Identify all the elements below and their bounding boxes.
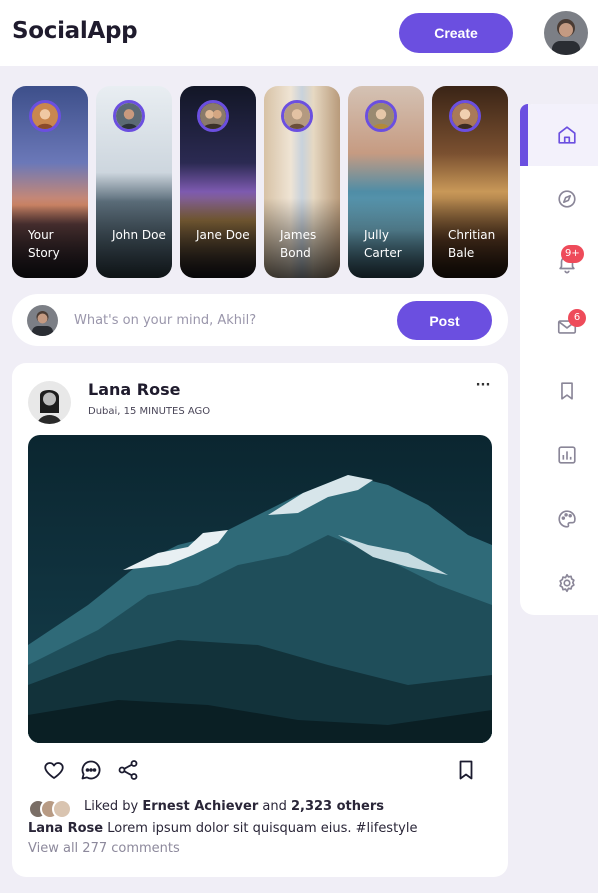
create-button[interactable]: Create [399, 13, 513, 53]
comment-bubble-icon[interactable] [79, 758, 103, 782]
analytics-icon[interactable] [556, 444, 578, 466]
liked-others[interactable]: 2,323 others [291, 799, 384, 814]
right-sidebar: 9+ 6 [520, 104, 598, 615]
post-author-avatar[interactable] [28, 381, 71, 424]
story-card-john-doe[interactable]: John Doe [96, 86, 172, 278]
post-button[interactable]: Post [397, 301, 492, 340]
profile-avatar[interactable] [544, 11, 588, 55]
like-heart-icon[interactable] [42, 758, 66, 782]
post-author-name[interactable]: Lana Rose [88, 380, 180, 399]
liked-by-text: Liked by Ernest Achiever and 2,323 other… [84, 799, 384, 814]
feed-post-card: Lana Rose Dubai, 15 MINUTES AGO ··· Like… [12, 363, 508, 877]
story-name: Jully Carter [364, 228, 402, 260]
story-avatar [281, 100, 313, 132]
active-nav-indicator [520, 104, 528, 166]
composer-input[interactable] [74, 309, 394, 331]
liked-by-avatars [28, 799, 78, 819]
story-name: Jane Doe [196, 228, 250, 242]
story-name: James Bond [280, 228, 317, 260]
post-composer: Post [12, 294, 508, 346]
share-icon[interactable] [116, 758, 140, 782]
bookmark-icon[interactable] [454, 758, 478, 782]
top-header: SocialApp Create [0, 0, 598, 66]
story-avatar [449, 100, 481, 132]
story-card-chritian-bale[interactable]: Chritian Bale [432, 86, 508, 278]
notifications-badge: 9+ [561, 245, 584, 263]
caption-author[interactable]: Lana Rose [28, 821, 103, 836]
liked-prefix: Liked by [84, 799, 139, 814]
story-avatar [365, 100, 397, 132]
story-name: John Doe [112, 228, 166, 242]
story-card-your-story[interactable]: Your Story [12, 86, 88, 278]
story-avatar [197, 100, 229, 132]
compass-icon[interactable] [556, 188, 578, 210]
app-logo[interactable]: SocialApp [12, 18, 138, 44]
bookmark-icon[interactable] [556, 380, 578, 402]
story-avatar [29, 100, 61, 132]
liked-and: and [262, 799, 287, 814]
caption-text: Lorem ipsum dolor sit quisquam eius. #li… [107, 821, 418, 836]
palette-icon[interactable] [556, 508, 578, 530]
story-card-jully-carter[interactable]: Jully Carter [348, 86, 424, 278]
post-caption: Lana Rose Lorem ipsum dolor sit quisquam… [28, 821, 418, 836]
liked-user[interactable]: Ernest Achiever [142, 799, 258, 814]
settings-icon[interactable] [556, 572, 578, 594]
story-name: Chritian Bale [448, 228, 496, 260]
post-meta: Dubai, 15 MINUTES AGO [88, 406, 211, 417]
story-name: Your Story [28, 228, 60, 260]
composer-avatar [27, 305, 58, 336]
story-card-jane-doe[interactable]: Jane Doe [180, 86, 256, 278]
home-icon[interactable] [556, 124, 578, 146]
messages-badge: 6 [568, 309, 586, 327]
post-image[interactable] [28, 435, 492, 743]
story-card-james-bond[interactable]: James Bond [264, 86, 340, 278]
story-avatar [113, 100, 145, 132]
view-comments-link[interactable]: View all 277 comments [28, 841, 180, 856]
more-options-icon[interactable]: ··· [474, 377, 492, 395]
